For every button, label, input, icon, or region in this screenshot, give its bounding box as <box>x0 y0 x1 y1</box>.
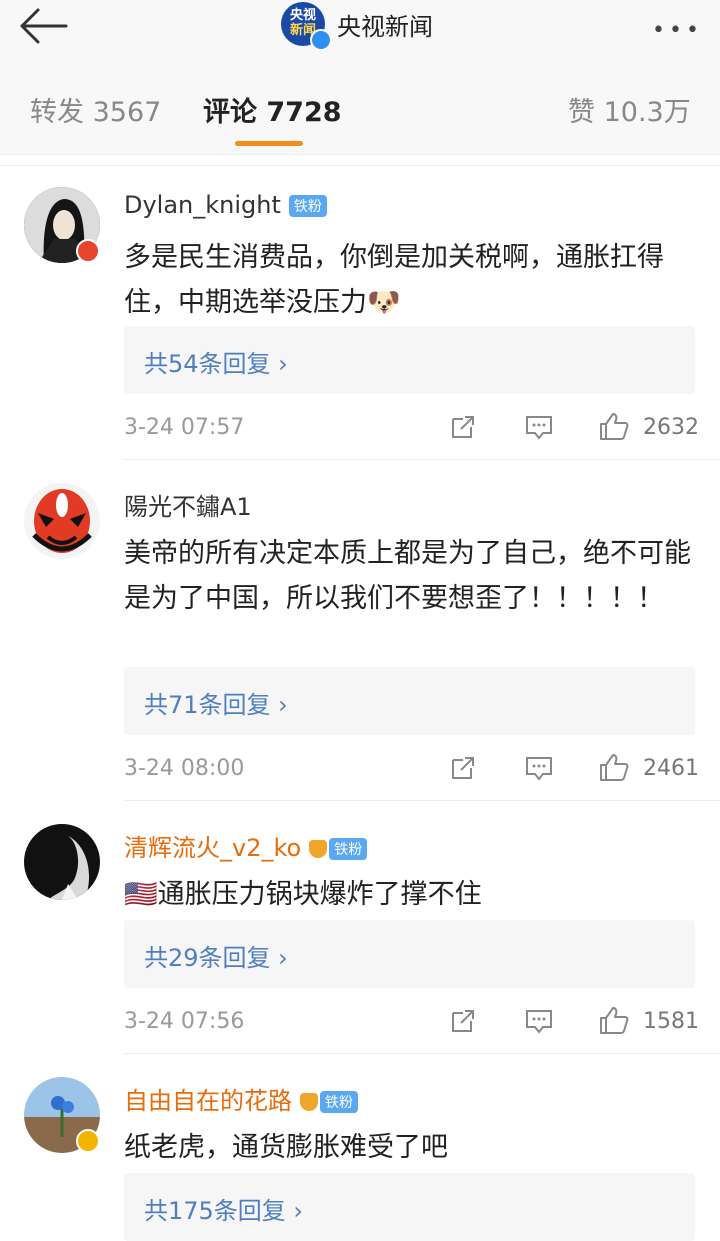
active-tab-indicator <box>235 141 303 146</box>
share-icon[interactable] <box>449 413 477 441</box>
replies-label: 共71条回复 › <box>144 691 288 719</box>
username[interactable]: 清辉流火_v2_ko 铁粉 <box>124 828 368 863</box>
replies-label: 共175条回复 › <box>144 1197 304 1225</box>
avatar-image <box>24 824 100 900</box>
username-text: 清辉流火_v2_ko <box>124 834 302 862</box>
divider <box>124 800 720 801</box>
back-arrow-icon[interactable] <box>18 6 70 46</box>
tab-likes[interactable]: 赞 10.3万 <box>568 90 691 129</box>
reply-icon[interactable] <box>524 1007 554 1035</box>
comment-text: 纸老虎，通货膨胀难受了吧 <box>124 1132 448 1163</box>
logo-text-line1: 央视 <box>289 8 316 23</box>
vip-crown-icon <box>309 840 328 858</box>
replies-label: 共54条回复 › <box>144 350 288 378</box>
more-options-icon[interactable]: ••• <box>652 18 703 43</box>
fan-badge: 铁粉 <box>288 195 327 217</box>
verified-badge-icon <box>310 29 332 51</box>
divider <box>124 459 720 460</box>
us-flag-icon: 🇺🇸 <box>124 879 158 910</box>
like-count: 2461 <box>643 756 699 781</box>
comment-item: 清辉流火_v2_ko 铁粉 🇺🇸通胀压力锅块爆炸了撑不住 共29条回复 › 3-2… <box>0 802 720 1054</box>
like-icon[interactable] <box>598 1005 630 1035</box>
like-count: 1581 <box>643 1009 699 1034</box>
username-text: Dylan_knight <box>124 191 281 219</box>
replies-label: 共29条回复 › <box>144 944 288 972</box>
username[interactable]: 自由自在的花路 铁粉 <box>124 1081 358 1116</box>
member-badge-icon <box>76 239 100 263</box>
share-icon[interactable] <box>449 1007 477 1035</box>
comment-text: 🇺🇸通胀压力锅块爆炸了撑不住 <box>124 872 698 917</box>
comment-item: Dylan_knight 铁粉 多是民生消费品，你倒是加关税啊，通胀扛得住，中期选… <box>0 165 720 460</box>
verified-badge-icon <box>76 1129 100 1153</box>
replies-button[interactable]: 共29条回复 › <box>124 920 695 988</box>
replies-button[interactable]: 共175条回复 › <box>124 1173 695 1241</box>
avatar[interactable] <box>24 824 100 900</box>
reply-icon[interactable] <box>524 413 554 441</box>
timestamp: 3-24 07:56 <box>124 1009 245 1034</box>
timestamp: 3-24 07:57 <box>124 415 245 440</box>
replies-button[interactable]: 共71条回复 › <box>124 667 695 735</box>
like-icon[interactable] <box>598 411 630 441</box>
like-icon[interactable] <box>598 752 630 782</box>
comment-body: 通胀压力锅块爆炸了撑不住 <box>157 879 482 910</box>
tab-bar: 转发 3567 评论 7728 赞 10.3万 <box>0 64 720 155</box>
doge-emoji-icon: 🐶 <box>367 287 401 318</box>
timestamp: 3-24 08:00 <box>124 756 245 781</box>
vip-crown-icon <box>300 1093 318 1111</box>
replies-button[interactable]: 共54条回复 › <box>124 326 695 394</box>
comment-text: 多是民生消费品，你倒是加关税啊，通胀扛得住，中期选举没压力🐶 <box>124 235 698 325</box>
fan-badge: 铁粉 <box>329 838 368 860</box>
share-icon[interactable] <box>449 754 477 782</box>
comment-item: 陽光不鏽A1 美帝的所有决定本质上都是为了自己，绝不可能是为了中国，所以我们不要… <box>0 461 720 801</box>
reply-icon[interactable] <box>524 754 554 782</box>
username-text: 自由自在的花路 <box>124 1087 292 1115</box>
like-count: 2632 <box>643 415 699 440</box>
avatar-image <box>24 483 100 559</box>
fan-badge: 铁粉 <box>320 1091 358 1113</box>
comment-item: 自由自在的花路 铁粉 纸老虎，通货膨胀难受了吧 共175条回复 › <box>0 1055 720 1241</box>
comment-text: 美帝的所有决定本质上都是为了自己，绝不可能是为了中国，所以我们不要想歪了！！！！… <box>124 538 691 614</box>
username[interactable]: Dylan_knight 铁粉 <box>124 191 327 219</box>
tab-reposts[interactable]: 转发 3567 <box>30 90 161 129</box>
username[interactable]: 陽光不鏽A1 <box>124 487 252 522</box>
account-name[interactable]: 央视新闻 <box>337 7 433 42</box>
avatar[interactable] <box>24 483 100 559</box>
top-bar: 央视 新闻 央视新闻 ••• <box>0 0 720 64</box>
tab-comments[interactable]: 评论 7728 <box>203 90 342 129</box>
divider <box>124 1053 720 1054</box>
